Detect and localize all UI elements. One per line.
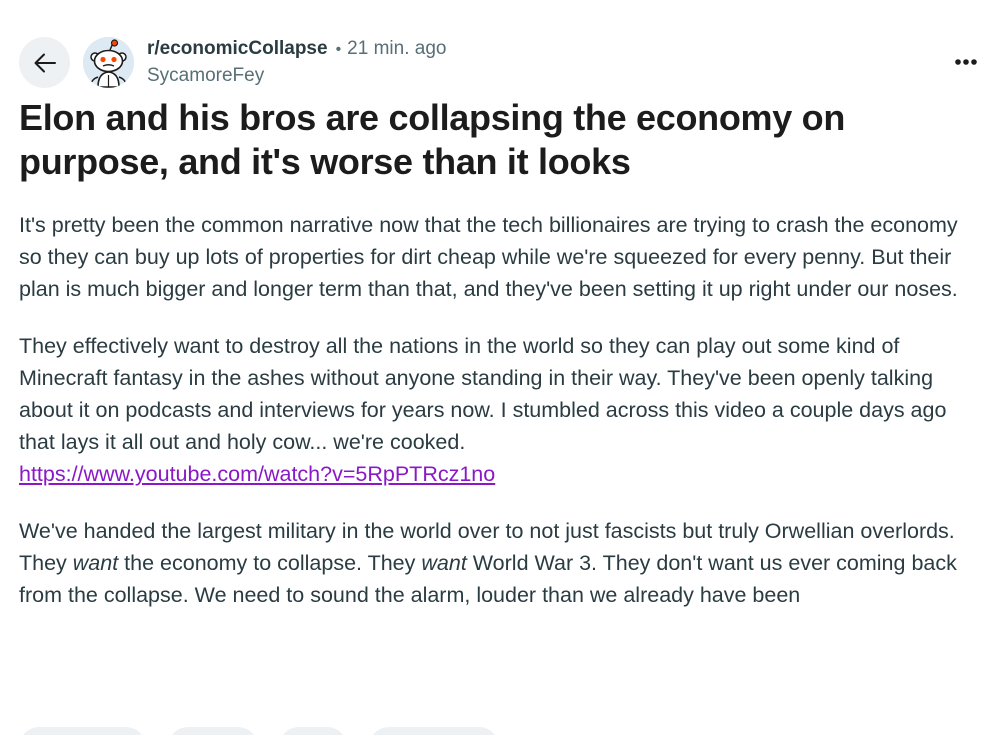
share-button[interactable] — [369, 727, 499, 735]
more-options-button[interactable] — [948, 47, 984, 77]
more-horizontal-icon — [955, 59, 977, 65]
post-paragraph-2: They effectively want to destroy all the… — [19, 330, 984, 490]
emphasis-want-1: want — [72, 551, 119, 575]
subreddit-link[interactable]: r/economicCollapse — [147, 38, 328, 60]
post-timestamp: 21 min. ago — [347, 38, 447, 59]
youtube-link[interactable]: https://www.youtube.com/watch?v=5RpPTRcz… — [19, 462, 495, 486]
arrow-left-icon — [34, 53, 56, 72]
emphasis-want-2: want — [421, 551, 467, 575]
post-title: Elon and his bros are collapsing the eco… — [19, 97, 846, 182]
snoo-avatar-icon — [83, 37, 134, 88]
meta-separator: • — [335, 41, 342, 58]
post-page: r/economicCollapse • 21 min. ago Sycamor… — [0, 0, 1000, 735]
post-body: It's pretty been the common narrative no… — [19, 209, 984, 636]
avatar[interactable] — [83, 37, 134, 88]
post-paragraph-3: We've handed the largest military in the… — [19, 515, 984, 611]
back-button[interactable] — [19, 37, 70, 88]
comments-button[interactable] — [168, 727, 258, 735]
award-button[interactable] — [279, 727, 347, 735]
post-meta: r/economicCollapse • 21 min. ago Sycamor… — [147, 38, 446, 87]
vote-button[interactable] — [19, 727, 146, 735]
author-username[interactable]: SycamoreFey — [147, 65, 446, 87]
post-paragraph-1: It's pretty been the common narrative no… — [19, 213, 958, 301]
paragraph-2-text: They effectively want to destroy all the… — [19, 334, 947, 454]
paragraph-3-text-2: the economy to collapse. They — [118, 551, 422, 575]
